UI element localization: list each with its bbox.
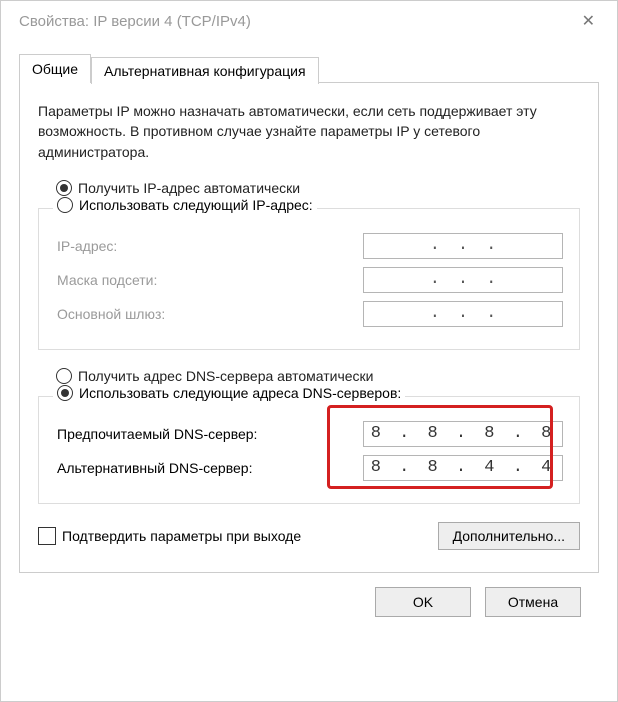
radio-label: Получить адрес DNS-сервера автоматически [78, 368, 373, 384]
radio-icon [56, 368, 72, 384]
ip-address-label: IP-адрес: [57, 238, 363, 254]
radio-label: Использовать следующие адреса DNS-сервер… [79, 385, 401, 401]
validate-label: Подтвердить параметры при выходе [62, 528, 301, 544]
tab-row: Общие Альтернативная конфигурация [19, 53, 599, 82]
radio-ip-auto[interactable]: Получить IP-адрес автоматически [56, 180, 580, 196]
validate-checkbox-row[interactable]: Подтвердить параметры при выходе [38, 527, 301, 545]
ok-button[interactable]: OK [375, 587, 471, 617]
subnet-mask-label: Маска подсети: [57, 272, 363, 288]
content-area: Общие Альтернативная конфигурация Параме… [1, 39, 617, 631]
tab-panel-general: Параметры IP можно назначать автоматичес… [19, 82, 599, 573]
field-subnet-mask: Маска подсети: ... [57, 267, 563, 293]
intro-text: Параметры IP можно назначать автоматичес… [38, 101, 580, 162]
radio-dns-manual[interactable]: Использовать следующие адреса DNS-сервер… [53, 385, 405, 401]
dns-preferred-input[interactable]: 8 . 8 . 8 . 8 [363, 421, 563, 447]
field-ip-address: IP-адрес: ... [57, 233, 563, 259]
radio-label: Использовать следующий IP-адрес: [79, 197, 313, 213]
dns-alternate-label: Альтернативный DNS-сервер: [57, 460, 363, 476]
radio-icon [57, 385, 73, 401]
ip-address-input: ... [363, 233, 563, 259]
group-dns-manual: Использовать следующие адреса DNS-сервер… [38, 396, 580, 504]
gateway-input: ... [363, 301, 563, 327]
radio-dns-auto[interactable]: Получить адрес DNS-сервера автоматически [56, 368, 580, 384]
tab-general[interactable]: Общие [19, 54, 91, 83]
gateway-label: Основной шлюз: [57, 306, 363, 322]
radio-icon [56, 180, 72, 196]
field-dns-preferred: Предпочитаемый DNS-сервер: 8 . 8 . 8 . 8 [57, 421, 563, 447]
group-ip-manual: Использовать следующий IP-адрес: IP-адре… [38, 208, 580, 350]
subnet-mask-input: ... [363, 267, 563, 293]
dns-preferred-label: Предпочитаемый DNS-сервер: [57, 426, 363, 442]
radio-label: Получить IP-адрес автоматически [78, 180, 300, 196]
cancel-button[interactable]: Отмена [485, 587, 581, 617]
tab-alternate[interactable]: Альтернативная конфигурация [91, 57, 318, 84]
dns-alternate-input[interactable]: 8 . 8 . 4 . 4 [363, 455, 563, 481]
field-dns-alternate: Альтернативный DNS-сервер: 8 . 8 . 4 . 4 [57, 455, 563, 481]
field-gateway: Основной шлюз: ... [57, 301, 563, 327]
advanced-button[interactable]: Дополнительно... [438, 522, 580, 550]
titlebar: Свойства: IP версии 4 (TCP/IPv4) ✕ [1, 1, 617, 39]
radio-icon [57, 197, 73, 213]
footer-buttons: OK Отмена [19, 573, 599, 617]
window-title: Свойства: IP версии 4 (TCP/IPv4) [19, 13, 251, 30]
close-icon[interactable]: ✕ [574, 9, 603, 33]
bottom-row: Подтвердить параметры при выходе Дополни… [38, 522, 580, 550]
radio-ip-manual[interactable]: Использовать следующий IP-адрес: [53, 197, 317, 213]
checkbox-icon [38, 527, 56, 545]
